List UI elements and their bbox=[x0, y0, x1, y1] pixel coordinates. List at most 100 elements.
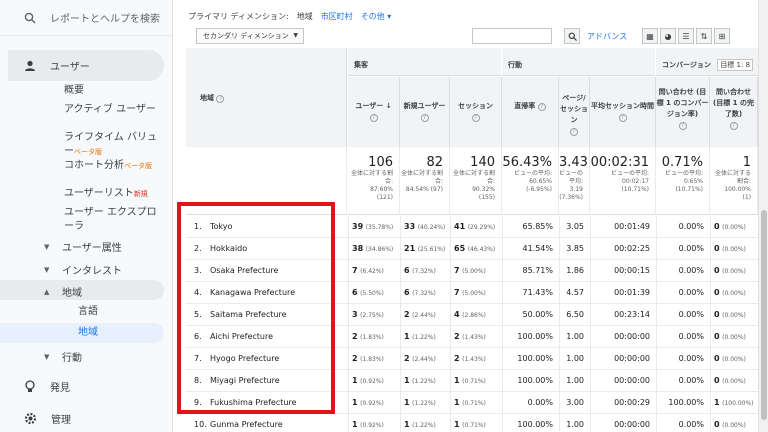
advanced-link[interactable]: アドバンス bbox=[587, 31, 627, 42]
metric-percent: (2.75%) bbox=[360, 312, 384, 319]
metric-cell: 00:00:29 bbox=[614, 398, 650, 407]
table-row[interactable]: 6. Aichi Prefecture 2 (1.83%) 1 (1.22%) 2 (1… bbox=[186, 326, 758, 348]
row-index: 8. bbox=[194, 376, 202, 385]
secondary-dimension-select[interactable]: セカンダリ ディメンション ▼ bbox=[196, 28, 304, 44]
scrollbar-thumb[interactable] bbox=[761, 210, 767, 420]
region-name-cell[interactable]: 8. Miyagi Prefecture bbox=[194, 376, 280, 385]
region-name-cell[interactable]: 9. Fukushima Prefecture bbox=[194, 398, 297, 407]
total-note: 全体に対する割合: bbox=[350, 170, 393, 185]
table-row[interactable]: 2. Hokkaido 38 (34.86%) 21 (25.61%) 65 (46.4… bbox=[186, 238, 758, 260]
metric-percent: (7.32%) bbox=[412, 290, 436, 297]
metric-cell: 50.00% bbox=[522, 310, 553, 319]
region-name[interactable]: Gunma Prefecture bbox=[210, 420, 283, 429]
table-search-button[interactable] bbox=[564, 28, 580, 44]
region-name[interactable]: Hokkaido bbox=[210, 244, 247, 253]
column-header-sessions[interactable]: セッション? bbox=[450, 77, 502, 147]
pivot-view-icon[interactable]: ⊞ bbox=[714, 28, 730, 44]
column-header-pages-per-session[interactable]: ページ/セッション? bbox=[559, 77, 590, 147]
region-name[interactable]: Aichi Prefecture bbox=[210, 332, 273, 341]
column-header-users[interactable]: ユーザー ↓? bbox=[348, 77, 400, 147]
sidebar-item-discover[interactable]: 発見 bbox=[24, 379, 70, 394]
region-name-cell[interactable]: 2. Hokkaido bbox=[194, 244, 247, 253]
metric-value: 2 bbox=[352, 332, 358, 341]
page-scrollbar[interactable] bbox=[758, 0, 768, 432]
region-name-cell[interactable]: 6. Aichi Prefecture bbox=[194, 332, 273, 341]
region-name-cell[interactable]: 3. Osaka Prefecture bbox=[194, 266, 278, 275]
region-name[interactable]: Osaka Prefecture bbox=[210, 266, 278, 275]
metric-value: 38 bbox=[352, 244, 364, 253]
dimension-city-link[interactable]: 市区町村 bbox=[321, 11, 353, 22]
column-header-bounce-rate[interactable]: 直帰率 ? bbox=[502, 77, 559, 147]
metric-percent: (0.92%) bbox=[360, 422, 384, 429]
metric-value: 1 bbox=[352, 376, 358, 385]
column-divider bbox=[559, 238, 560, 260]
sidebar-item-behavior[interactable]: ▼ 行動 bbox=[44, 349, 82, 365]
sidebar-item-user-list[interactable]: ユーザーリスト新規 bbox=[64, 187, 164, 201]
table-view-icon[interactable]: ▦ bbox=[642, 28, 658, 44]
metric-cell: 0 (0.00%) bbox=[714, 332, 746, 341]
region-name-cell[interactable]: 10. Gunma Prefecture bbox=[194, 420, 283, 429]
table-row[interactable]: 1. Tokyo 39 (35.78%) 33 (40.24%) 41 (29.29%)… bbox=[186, 216, 758, 238]
row-index: 1. bbox=[194, 222, 202, 231]
region-name[interactable]: Kanagawa Prefecture bbox=[210, 288, 295, 297]
totals-cell: 3.43 ビューの平均: 3.19 (7.36%) bbox=[559, 147, 590, 215]
sidebar-item-geo[interactable]: ▲ 地域 bbox=[44, 284, 82, 300]
sidebar-item-admin[interactable]: 管理 bbox=[24, 411, 71, 426]
metric-cell: 0.00% bbox=[678, 332, 704, 341]
tree-label: 地域 bbox=[62, 288, 82, 299]
sidebar-item-cohort[interactable]: コホート分析ベータ版 bbox=[64, 159, 164, 173]
column-header-avg-session-duration[interactable]: 平均セッション時間? bbox=[590, 77, 656, 147]
totals-label-cell bbox=[186, 147, 347, 215]
pie-view-icon[interactable]: ◕ bbox=[660, 28, 676, 44]
table-search-input[interactable] bbox=[472, 28, 552, 44]
region-column-header[interactable]: 地域 ? bbox=[186, 48, 347, 147]
metric-cell: 7 (5.00%) bbox=[454, 266, 486, 275]
region-name[interactable]: Hyogo Prefecture bbox=[210, 354, 279, 363]
sidebar-item-interests[interactable]: ▼ インタレスト bbox=[44, 262, 122, 278]
secondary-dimension-label: セカンダリ ディメンション bbox=[203, 32, 289, 40]
totals-cell: 0.71% ビューの平均: 0.65% (10.71%) bbox=[656, 147, 710, 215]
sidebar-item-language[interactable]: 言語 bbox=[78, 305, 172, 319]
sidebar-item-location[interactable]: 地域 bbox=[78, 326, 172, 340]
total-note: ビューの平均: bbox=[664, 170, 703, 177]
region-name-cell[interactable]: 4. Kanagawa Prefecture bbox=[194, 288, 295, 297]
sidebar-item-user-explorer[interactable]: ユーザー エクスプローラ bbox=[64, 206, 164, 234]
sidebar-item-lifetime-value[interactable]: ライフタイム バリューベータ版 bbox=[64, 131, 164, 159]
metric-cell: 41.54% bbox=[522, 244, 553, 253]
metric-cell: 1 (0.71%) bbox=[454, 398, 486, 407]
sidebar-item-user-attributes[interactable]: ▼ ユーザー属性 bbox=[44, 239, 122, 255]
column-header-new-users[interactable]: 新規ユーザー? bbox=[400, 77, 450, 147]
table-row[interactable]: 8. Miyagi Prefecture 1 (0.92%) 1 (1.22%) 1 (… bbox=[186, 370, 758, 392]
sidebar-search[interactable]: レポートとヘルプを検索 bbox=[0, 0, 172, 36]
table-row[interactable]: 4. Kanagawa Prefecture 6 (5.50%) 6 (7.32%) 7… bbox=[186, 282, 758, 304]
column-header-goal1-rate[interactable]: 問い合わせ (目標 1 のコンバージョン率)? bbox=[656, 77, 710, 147]
dimension-geo[interactable]: 地域 bbox=[297, 11, 313, 22]
table-row[interactable]: 10. Gunma Prefecture 1 (0.92%) 1 (1.22%) 1 (… bbox=[186, 414, 758, 432]
metric-value: 6 bbox=[352, 288, 358, 297]
sidebar-item-active-users[interactable]: アクティブ ユーザー bbox=[64, 103, 164, 117]
column-header-goal1-completions[interactable]: 問い合わせ (目標 1 の完了数)? bbox=[710, 77, 758, 147]
totals-cell: 56.43% ビューの平均: 60.65% (-6.95%) bbox=[502, 147, 559, 215]
performance-view-icon[interactable]: ☰ bbox=[678, 28, 694, 44]
column-divider bbox=[450, 414, 451, 432]
region-name[interactable]: Miyagi Prefecture bbox=[210, 376, 280, 385]
sidebar-item-overview[interactable]: 概要 bbox=[64, 84, 164, 98]
region-name[interactable]: Saitama Prefecture bbox=[210, 310, 287, 319]
region-name-cell[interactable]: 1. Tokyo bbox=[194, 222, 232, 231]
region-name[interactable]: Fukushima Prefecture bbox=[210, 398, 297, 407]
comparison-view-icon[interactable]: ⇅ bbox=[696, 28, 712, 44]
region-name-cell[interactable]: 7. Hyogo Prefecture bbox=[194, 354, 279, 363]
region-name-cell[interactable]: 5. Saitama Prefecture bbox=[194, 310, 287, 319]
region-name[interactable]: Tokyo bbox=[210, 222, 232, 231]
table-row[interactable]: 7. Hyogo Prefecture 2 (1.83%) 2 (2.44%) 2 (1… bbox=[186, 348, 758, 370]
sidebar-item-users[interactable]: ユーザー bbox=[8, 50, 164, 81]
dimension-other-link[interactable]: その他 ▾ bbox=[361, 11, 392, 22]
gear-icon bbox=[24, 412, 37, 425]
total-note: (-6.95%) bbox=[526, 186, 552, 193]
totals-cell: 82 全体に対する割合: 84.54% (97) bbox=[400, 147, 450, 215]
column-divider bbox=[710, 260, 711, 282]
table-row[interactable]: 3. Osaka Prefecture 7 (6.42%) 6 (7.32%) 7 (5… bbox=[186, 260, 758, 282]
table-row[interactable]: 5. Saitama Prefecture 3 (2.75%) 2 (2.44%) 4 … bbox=[186, 304, 758, 326]
table-row[interactable]: 9. Fukushima Prefecture 1 (0.92%) 1 (1.22%)… bbox=[186, 392, 758, 414]
goal-select[interactable]: 目標 1: 8 bbox=[717, 59, 754, 71]
